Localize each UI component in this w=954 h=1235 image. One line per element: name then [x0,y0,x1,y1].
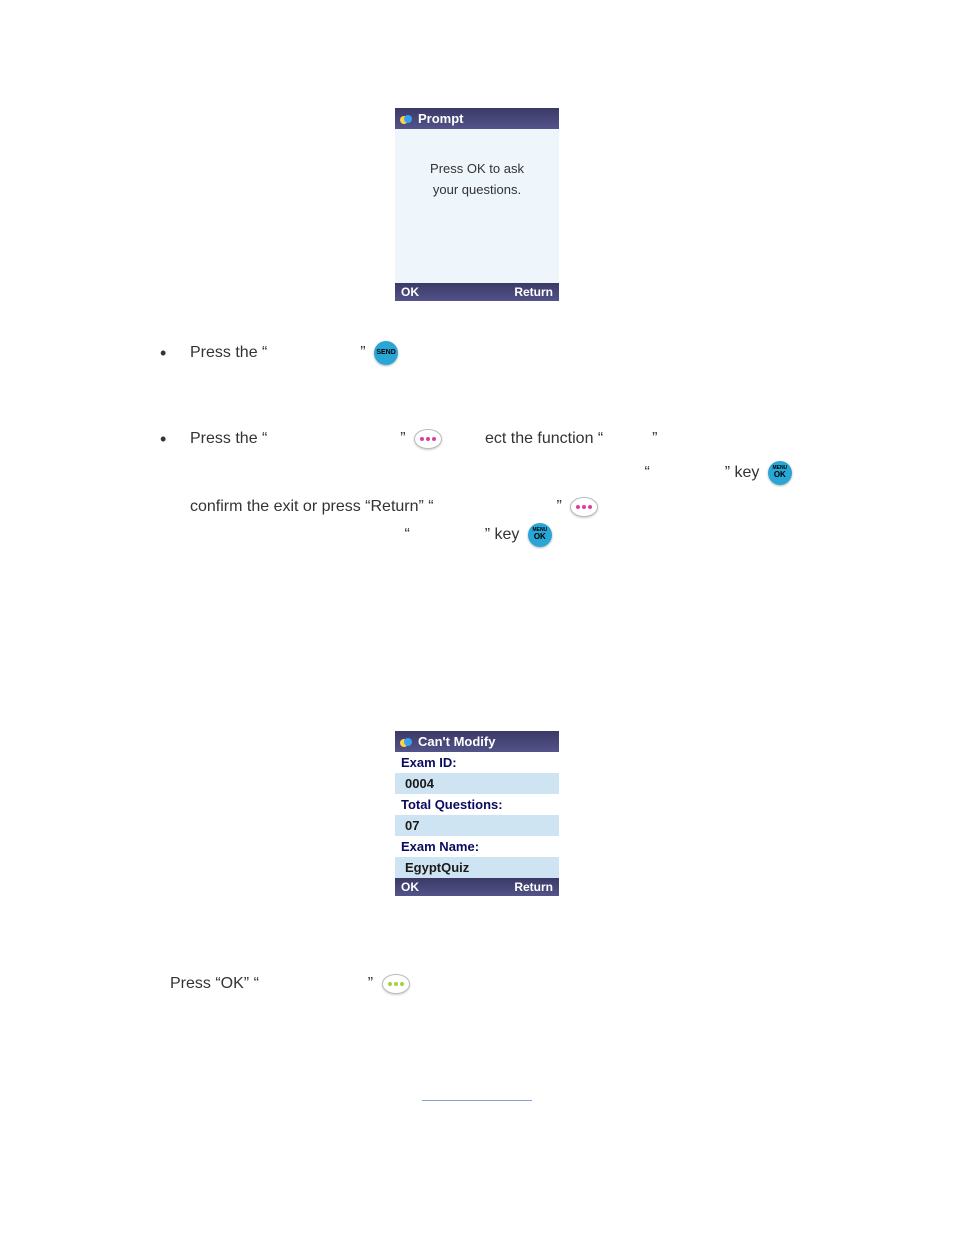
footer-link-underline [422,1100,532,1101]
device-ok-softkey[interactable]: OK [401,880,419,894]
total-questions-label: Total Questions: [395,794,559,815]
instruction-text: ” [652,430,657,447]
instruction-text: ” [368,975,373,992]
device-footer: OK Return [395,878,559,896]
total-questions-value: 07 [395,815,559,836]
instruction-text: ” key [725,464,760,481]
instruction-text: “ [644,464,649,481]
instruction-text: “ [404,526,409,543]
cloud-icon [399,112,413,126]
instruction-line: “ ” key MENUOK [190,519,860,551]
device-ok-softkey[interactable]: OK [401,285,419,299]
exam-name-label: Exam Name: [395,836,559,857]
device-body-line: Press OK to ask [405,159,549,180]
device-return-softkey[interactable]: Return [514,285,553,299]
exam-id-value: 0004 [395,773,559,794]
instruction-text: Press “OK” “ [170,975,259,992]
instruction-line: Press the “ ” ect the function “ ” [190,423,860,455]
instruction-text: ” [400,430,405,447]
instruction-text: ect the function “ [485,430,603,447]
exam-id-label: Exam ID: [395,752,559,773]
device-prompt-screen: Prompt Press OK to ask your questions. O… [395,108,559,301]
instruction-line: “ ” key MENUOK [190,457,860,489]
send-key-icon: SEND [374,341,398,365]
option-key-icon [382,974,410,994]
instruction-text: ” [557,498,562,515]
option-key-icon [570,497,598,517]
device-return-softkey[interactable]: Return [514,880,553,894]
menu-ok-key-icon: MENUOK [768,461,792,485]
device-body: Press OK to ask your questions. [395,129,559,283]
option-key-icon [414,429,442,449]
device-body-line: your questions. [405,180,549,201]
instruction-text: confirm the exit or press “Return” “ [190,498,434,515]
device-titlebar: Can't Modify [395,731,559,752]
instruction-text: Press the “ [190,430,267,447]
instruction-line: Press “OK” “ ” [170,968,860,1000]
instruction-text: Press the “ [190,344,267,361]
exam-name-value: EgyptQuiz [395,857,559,878]
device-cant-modify-screen: Can't Modify Exam ID: 0004 Total Questio… [395,731,559,896]
device-title: Can't Modify [418,734,495,749]
device-titlebar: Prompt [395,108,559,129]
device-footer: OK Return [395,283,559,301]
cloud-icon [399,735,413,749]
instruction-text: ” key [485,526,520,543]
device-title: Prompt [418,111,464,126]
instruction-line: Press the “ ” SEND [190,337,860,369]
instruction-text: ” [360,344,365,361]
menu-ok-key-icon: MENUOK [528,523,552,547]
